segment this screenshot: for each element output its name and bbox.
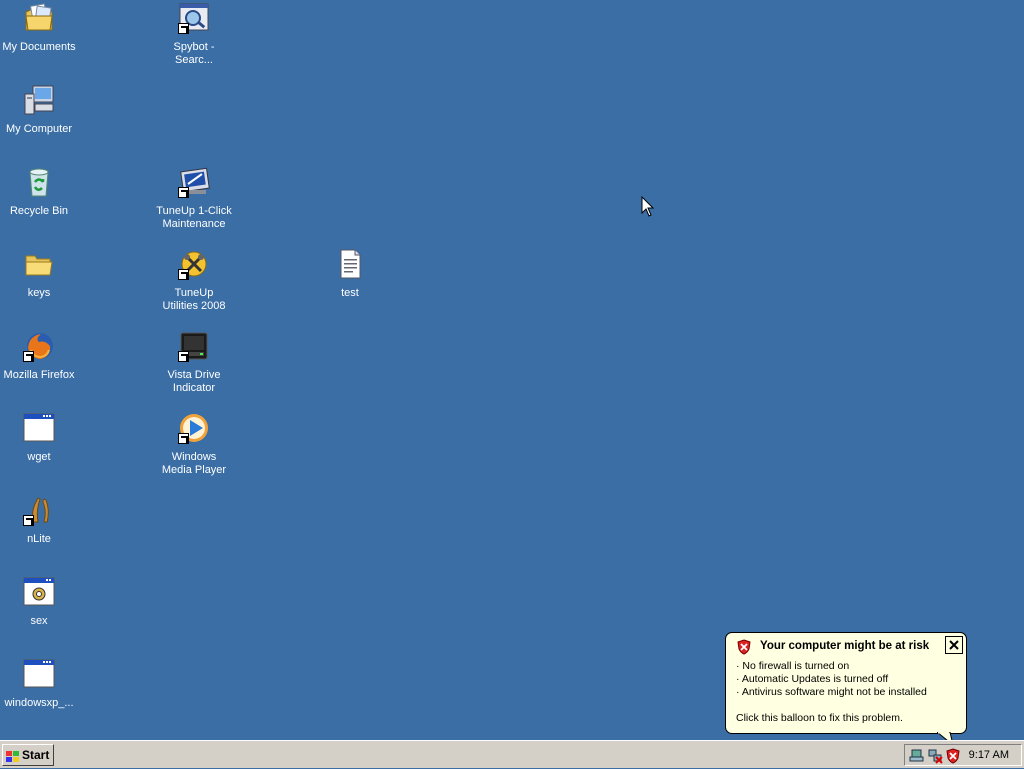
clock[interactable]: 9:17 AM — [969, 748, 1009, 762]
network-icon[interactable] — [909, 748, 925, 764]
security-shield-icon — [736, 639, 752, 655]
recycle-bin-icon — [23, 166, 55, 198]
shortcut-arrow-icon — [178, 269, 189, 280]
desktop-icon-tuneup-maintenance[interactable]: TuneUp 1-Click Maintenance — [155, 166, 233, 231]
balloon-footer: Click this balloon to fix this problem. — [736, 712, 903, 724]
desktop-icon-label: My Computer — [5, 123, 73, 135]
desktop-icon-recycle-bin[interactable]: Recycle Bin — [0, 166, 78, 218]
application-window-icon — [23, 658, 55, 690]
desktop-icon-label: windowsxp_... — [4, 697, 74, 709]
desktop-icon-label: Recycle Bin — [9, 205, 69, 217]
firefox-icon — [23, 330, 55, 362]
desktop-icon-my-documents[interactable]: My Documents — [0, 2, 78, 54]
shortcut-arrow-icon — [23, 515, 34, 526]
application-gear-icon — [23, 576, 55, 608]
desktop-icon-spybot[interactable]: Spybot - Searc... — [155, 2, 233, 67]
desktop-icon-nlite[interactable]: nLite — [0, 494, 78, 546]
desktop-icon-label: Mozilla Firefox — [3, 369, 75, 381]
desktop-icon-label: Vista Drive Indicator — [167, 369, 221, 394]
desktop-icon-label: TuneUp Utilities 2008 — [162, 287, 226, 312]
system-tray: 9:17 AM — [904, 744, 1022, 766]
mouse-pointer-icon — [641, 195, 655, 218]
desktop-icon-keys[interactable]: keys — [0, 248, 78, 300]
text-document-icon — [334, 248, 366, 280]
desktop-icon-mozilla-firefox[interactable]: Mozilla Firefox — [0, 330, 78, 382]
desktop-icon-label: My Documents — [2, 41, 76, 53]
shortcut-arrow-icon — [178, 433, 189, 444]
desktop-icon-label: Spybot - Searc... — [173, 41, 215, 66]
tuneup-utilities-icon — [178, 248, 210, 280]
shortcut-arrow-icon — [178, 187, 189, 198]
shortcut-arrow-icon — [178, 351, 189, 362]
tuneup-maintenance-icon — [178, 166, 210, 198]
shortcut-arrow-icon — [178, 23, 189, 34]
desktop-icon-test[interactable]: test — [311, 248, 389, 300]
taskbar: Start 9:17 AM — [0, 740, 1024, 768]
desktop-icon-label: test — [341, 287, 359, 299]
windows-logo-icon — [6, 749, 20, 762]
desktop: My Documents My Computer Recycle Bin key… — [0, 0, 1024, 740]
network-disconnected-icon[interactable] — [927, 748, 943, 764]
security-balloon[interactable]: Your computer might be at risk · No fire… — [725, 632, 967, 734]
desktop-icon-tuneup-utilities[interactable]: TuneUp Utilities 2008 — [155, 248, 233, 313]
nlite-icon — [23, 494, 55, 526]
security-alert-icon[interactable] — [945, 748, 961, 764]
desktop-icon-sex[interactable]: sex — [0, 576, 78, 628]
balloon-line-antivirus: · Antivirus software might not be instal… — [736, 686, 927, 698]
application-window-icon — [23, 412, 55, 444]
spybot-icon — [178, 2, 210, 34]
desktop-icon-label: Windows Media Player — [161, 451, 227, 476]
media-player-icon — [178, 412, 210, 444]
start-label: Start — [22, 748, 50, 762]
desktop-icon-label: nLite — [27, 533, 51, 545]
balloon-line-firewall: · No firewall is turned on — [736, 660, 850, 672]
desktop-icon-vista-drive-indicator[interactable]: Vista Drive Indicator — [155, 330, 233, 395]
folder-icon — [23, 248, 55, 280]
my-documents-icon — [23, 2, 55, 34]
desktop-icon-wget[interactable]: wget — [0, 412, 78, 464]
desktop-icon-windows-media-player[interactable]: Windows Media Player — [155, 412, 233, 477]
desktop-icon-label: TuneUp 1-Click Maintenance — [156, 205, 232, 230]
desktop-icon-windowsxp[interactable]: windowsxp_... — [0, 658, 78, 710]
desktop-icon-label: wget — [27, 451, 51, 463]
balloon-title: Your computer might be at risk — [760, 640, 930, 652]
my-computer-icon — [23, 84, 55, 116]
shortcut-arrow-icon — [23, 351, 34, 362]
start-button[interactable]: Start — [2, 744, 54, 766]
close-icon[interactable] — [945, 636, 963, 654]
desktop-icon-my-computer[interactable]: My Computer — [0, 84, 78, 136]
drive-indicator-icon — [178, 330, 210, 362]
desktop-icon-label: sex — [30, 615, 48, 627]
balloon-line-updates: · Automatic Updates is turned off — [736, 673, 889, 685]
desktop-icon-label: keys — [27, 287, 51, 299]
